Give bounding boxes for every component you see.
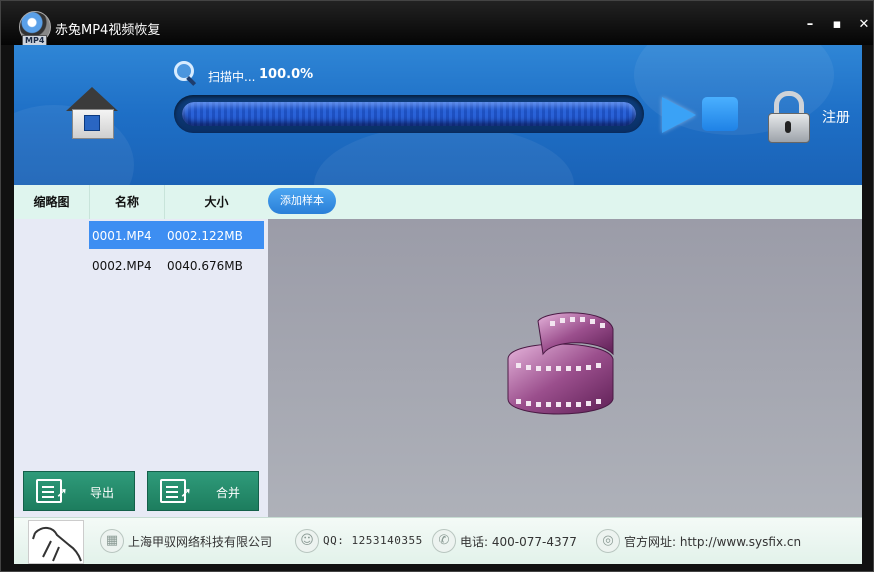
qq-icon: ☺: [295, 529, 319, 553]
qq-number: QQ: 1253140355: [323, 534, 423, 547]
export-label: 导出: [90, 486, 115, 500]
lock-icon-keyhole: [785, 121, 791, 133]
column-header-name[interactable]: 名称: [90, 185, 165, 219]
preview-toolbar: 添加样本: [268, 185, 862, 220]
film-reel-icon: [507, 312, 614, 415]
preview-panel: [268, 219, 862, 517]
file-name: 0001.MP4: [89, 221, 164, 249]
export-icon: [36, 479, 68, 503]
phone-number: 电话: 400-077-4377: [460, 535, 577, 549]
app-logo-icon: MP4: [19, 11, 51, 46]
file-list-header: 缩略图 名称 大小: [14, 185, 268, 220]
website-link[interactable]: 官方网址: http://www.sysfix.cn: [624, 533, 801, 550]
column-header-thumbnail[interactable]: 缩略图: [14, 185, 90, 219]
play-icon[interactable]: [662, 97, 696, 133]
phone-icon: ✆: [432, 529, 456, 553]
header-glow: [314, 125, 574, 185]
add-sample-button[interactable]: 添加样本: [268, 188, 336, 214]
file-size: 0040.676MB: [167, 259, 243, 273]
file-size: 0002.122MB: [164, 221, 264, 249]
export-button[interactable]: 导出: [23, 471, 135, 511]
footer-bar: ▦ 上海甲驭网络科技有限公司 ☺ QQ: 1253140355 ✆ 电话: 40…: [14, 517, 862, 564]
home-icon-door: [84, 115, 100, 131]
minimize-button[interactable]: –: [802, 17, 818, 33]
file-name: 0002.MP4: [92, 259, 152, 273]
file-row[interactable]: 0001.MP4 0002.122MB: [14, 221, 268, 249]
scan-progress-fill: [182, 102, 636, 126]
title-bar[interactable]: MP4 赤兔MP4视频恢复 – ▪ ✕: [1, 1, 873, 46]
horse-logo-icon: [32, 527, 82, 562]
search-icon: [174, 61, 197, 86]
scan-progress-track: [182, 102, 636, 126]
home-button[interactable]: [64, 85, 120, 141]
column-header-size[interactable]: 大小: [165, 185, 268, 219]
company-logo: [28, 520, 84, 564]
stop-icon[interactable]: [702, 97, 738, 131]
search-icon-handle: [186, 76, 197, 86]
merge-icon: [160, 479, 192, 503]
file-row[interactable]: 0002.MP4 0040.676MB: [14, 251, 268, 279]
company-name: 上海甲驭网络科技有限公司: [128, 535, 273, 549]
file-list: 0001.MP4 0002.122MB 0002.MP4 0040.676MB …: [14, 219, 268, 517]
building-icon: ▦: [100, 529, 124, 553]
maximize-button[interactable]: ▪: [829, 17, 845, 33]
app-window: MP4 赤兔MP4视频恢复 – ▪ ✕ 扫描中... 100.0% 注册 缩略图…: [0, 0, 874, 572]
scan-percent: 100.0%: [259, 67, 314, 82]
merge-button[interactable]: 合并: [147, 471, 259, 511]
close-button[interactable]: ✕: [856, 17, 872, 33]
scan-header: 扫描中... 100.0% 注册: [14, 45, 862, 185]
window-title: 赤兔MP4视频恢复: [55, 23, 161, 38]
merge-label: 合并: [216, 486, 241, 500]
scan-progress-bar: [174, 95, 644, 133]
home-icon: [66, 87, 118, 111]
lock-icon[interactable]: [766, 91, 810, 143]
globe-icon: ◎: [596, 529, 620, 553]
register-link[interactable]: 注册: [822, 107, 850, 127]
scan-status-label: 扫描中...: [208, 70, 256, 84]
